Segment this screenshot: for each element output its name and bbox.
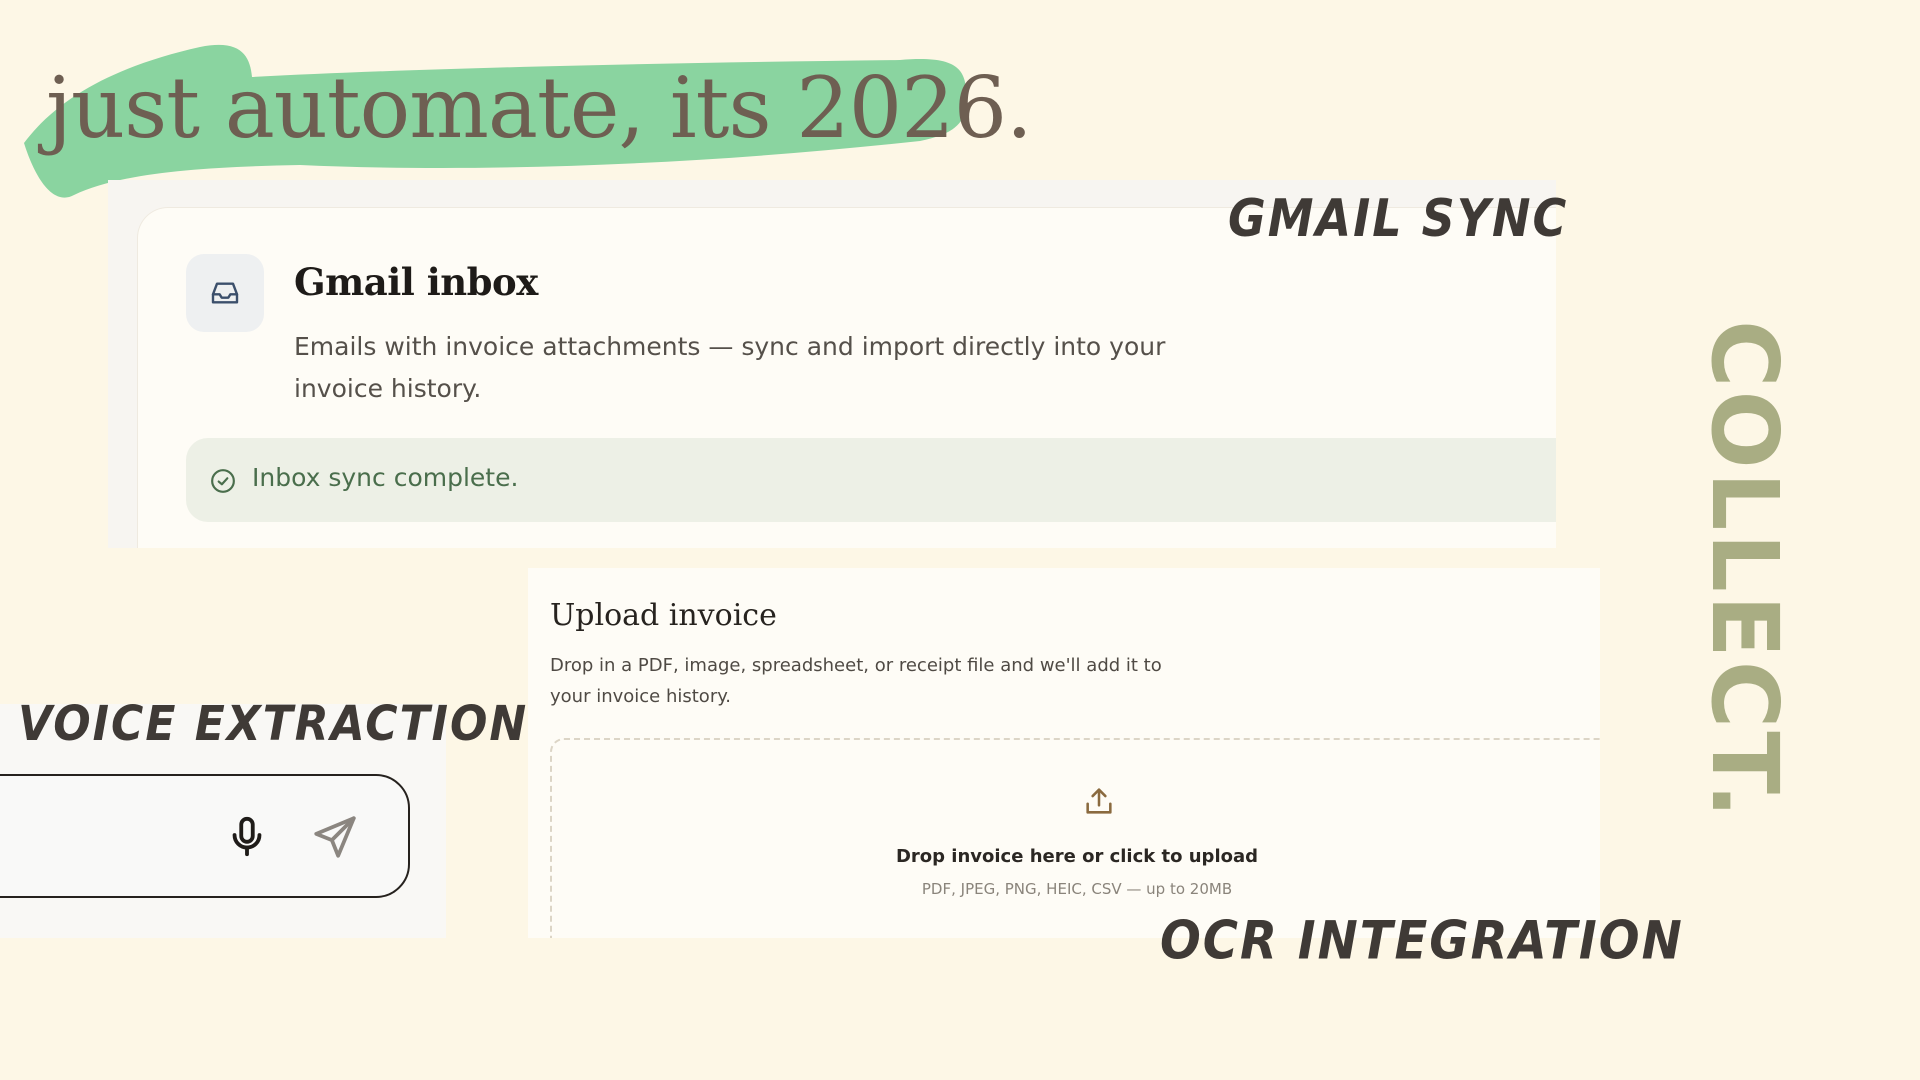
upload-icon	[1086, 788, 1112, 814]
voice-input-field[interactable]	[0, 774, 410, 898]
check-circle-icon	[211, 469, 235, 493]
microphone-button[interactable]	[224, 814, 270, 860]
upload-invoice-card: Upload invoice Drop in a PDF, image, spr…	[528, 568, 1600, 938]
headline: just automate, its 2026.	[46, 59, 1033, 157]
voice-extraction-label: VOICE EXTRACTION	[18, 696, 529, 753]
send-icon	[314, 816, 356, 858]
upload-card-title: Upload invoice	[550, 598, 777, 633]
invoice-dropzone[interactable]: Drop invoice here or click to upload PDF…	[550, 738, 1600, 938]
gmail-sync-label: GMAIL SYNC	[1228, 188, 1569, 249]
dropzone-label: Drop invoice here or click to upload	[895, 846, 1259, 867]
microphone-icon	[232, 816, 262, 857]
collect-label-text: COLLECT.	[1691, 319, 1799, 821]
send-button[interactable]	[310, 812, 360, 862]
ocr-integration-label: OCR INTEGRATION	[1160, 910, 1684, 972]
upload-card-description: Drop in a PDF, image, spreadsheet, or re…	[550, 655, 1162, 707]
gmail-inbox-card: Gmail inbox Emails with invoice attachme…	[138, 208, 1556, 548]
sync-status-banner: Inbox sync complete.	[186, 438, 1556, 522]
sync-status-text: Inbox sync complete.	[252, 463, 519, 492]
dropzone-hint: PDF, JPEG, PNG, HEIC, CSV — up to 20MB	[921, 880, 1233, 898]
gmail-card-title: Gmail inbox	[294, 260, 538, 304]
collect-label: COLLECT.	[1692, 319, 1799, 820]
inbox-icon	[186, 254, 264, 332]
gmail-card-description: Emails with invoice attachments — sync a…	[294, 332, 1166, 403]
